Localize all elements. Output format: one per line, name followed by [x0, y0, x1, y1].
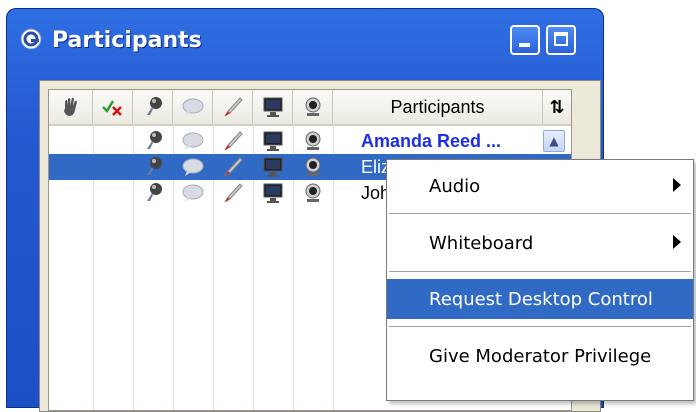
- desktop-column[interactable]: [253, 90, 293, 124]
- status-column[interactable]: [93, 90, 133, 124]
- webcam-icon: [293, 180, 333, 206]
- check-x-icon: [101, 100, 122, 116]
- menu-item-request-desktop-control[interactable]: Request Desktop Control: [387, 279, 693, 319]
- webcam-icon: [293, 128, 333, 154]
- pen-icon: [213, 180, 253, 206]
- raise-hand-icon: [63, 97, 77, 116]
- chat-bubble-icon: [173, 180, 213, 206]
- participant-name: Amanda Reed ...: [361, 130, 502, 151]
- pen-icon: [213, 128, 253, 154]
- pen-icon: [213, 154, 253, 180]
- monitor-icon: [263, 97, 282, 117]
- menu-item-label: Audio: [429, 175, 481, 197]
- participant-row[interactable]: Amanda Reed ... ▲: [49, 128, 571, 154]
- microphone-icon: [146, 97, 162, 115]
- menu-item-whiteboard[interactable]: Whiteboard: [387, 223, 693, 263]
- menu-separator: [389, 213, 691, 214]
- menu-separator: [389, 271, 691, 272]
- context-menu: Audio Whiteboard Request Desktop Control…: [386, 159, 694, 401]
- microphone-column[interactable]: [133, 90, 173, 124]
- microphone-icon: [133, 154, 173, 180]
- participants-column-label: Participants: [390, 96, 485, 117]
- raise-hand-column[interactable]: [49, 90, 93, 124]
- sort-icon: ⇅: [549, 96, 565, 118]
- menu-separator: [389, 326, 691, 327]
- menu-item-audio[interactable]: Audio: [387, 166, 693, 206]
- list-header: Participants ⇅: [49, 90, 571, 126]
- chevron-up-icon: ▲: [549, 134, 559, 148]
- microphone-icon: [133, 180, 173, 206]
- monitor-icon: [253, 180, 293, 206]
- monitor-icon: [253, 128, 293, 154]
- chat-bubble-icon: [182, 98, 203, 116]
- window-title: Participants: [52, 28, 202, 53]
- minimize-button[interactable]: [510, 25, 540, 55]
- menu-item-label: Give Moderator Privilege: [429, 345, 652, 367]
- menu-item-give-moderator-privilege[interactable]: Give Moderator Privilege: [387, 336, 693, 376]
- webcam-icon: [305, 97, 320, 116]
- chat-column[interactable]: [173, 90, 213, 124]
- pen-icon: [224, 97, 243, 117]
- maximize-button[interactable]: [546, 25, 576, 55]
- chat-bubble-icon: [173, 128, 213, 154]
- menu-item-label: Request Desktop Control: [429, 288, 653, 310]
- annotate-column[interactable]: [213, 90, 253, 124]
- webex-logo-icon: [20, 28, 42, 50]
- menu-item-label: Whiteboard: [429, 232, 534, 254]
- monitor-icon: [253, 154, 293, 180]
- sort-button[interactable]: ⇅: [543, 90, 571, 124]
- webcam-icon: [293, 154, 333, 180]
- submenu-arrow-icon: [673, 178, 681, 192]
- submenu-arrow-icon: [673, 235, 681, 249]
- participants-column-header[interactable]: Participants: [333, 90, 543, 124]
- microphone-icon: [133, 128, 173, 154]
- video-column[interactable]: [293, 90, 333, 124]
- scroll-up-button[interactable]: ▲: [543, 130, 565, 152]
- title-bar[interactable]: Participants: [6, 8, 604, 76]
- chat-bubble-icon: [173, 154, 213, 180]
